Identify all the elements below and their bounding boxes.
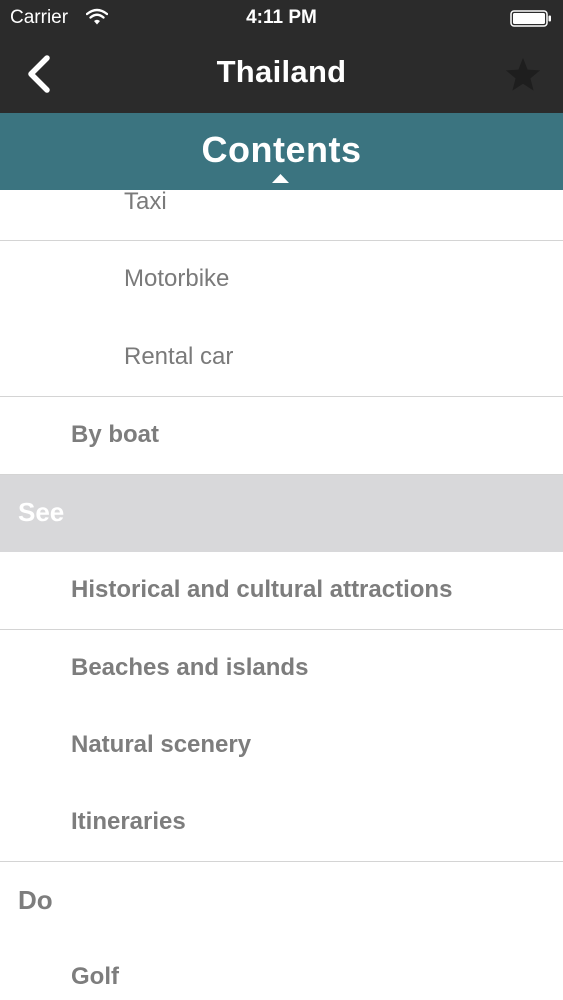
toc-item-label: Historical and cultural attractions [71, 576, 453, 603]
toc-item-beaches-and-islands[interactable]: Beaches and islands [0, 630, 563, 708]
star-icon [506, 58, 540, 91]
toc-item-label: Taxi [124, 190, 167, 215]
favorite-button[interactable] [504, 56, 542, 94]
navigation-bar: Thailand [0, 36, 563, 113]
status-bar: Carrier 4:11 PM [0, 0, 563, 36]
toc-item-label: Rental car [124, 343, 234, 370]
contents-toggle[interactable]: Contents [0, 113, 563, 190]
toc-item-label: By boat [71, 421, 160, 448]
toc-item-natural-scenery[interactable]: Natural scenery [0, 707, 563, 785]
toc-section-do[interactable]: Do [0, 862, 563, 940]
toc-section-see[interactable]: See [0, 475, 563, 553]
toc-item-label: Itineraries [71, 808, 186, 835]
toc-section-label: See [18, 497, 65, 527]
toc-section-label: Do [18, 885, 53, 915]
toc-item-label: Motorbike [124, 265, 230, 292]
toc-item-label: Golf [71, 963, 119, 990]
toc-item-historical-and-cultural-attractions[interactable]: Historical and cultural attractions [0, 552, 563, 630]
status-time: 4:11 PM [246, 7, 317, 28]
toc-item-golf[interactable]: Golf [0, 939, 563, 1000]
toc-item-label: Natural scenery [71, 731, 252, 758]
toc-item-rental-car[interactable]: Rental car [0, 319, 563, 397]
toc-item-by-boat[interactable]: By boat [0, 397, 563, 475]
page-title: Thailand [216, 54, 347, 89]
toc-item-label: Beaches and islands [71, 654, 309, 681]
caret-up-icon [272, 174, 289, 183]
toc-item-itineraries[interactable]: Itineraries [0, 784, 563, 862]
toc-item-taxi[interactable]: Taxi [0, 190, 563, 241]
toc-item-motorbike[interactable]: Motorbike [0, 242, 563, 320]
battery-icon [510, 10, 551, 27]
table-of-contents-list[interactable]: Taxi Motorbike Rental car By boat See Hi… [0, 190, 563, 1000]
contents-title: Contents [201, 129, 362, 170]
